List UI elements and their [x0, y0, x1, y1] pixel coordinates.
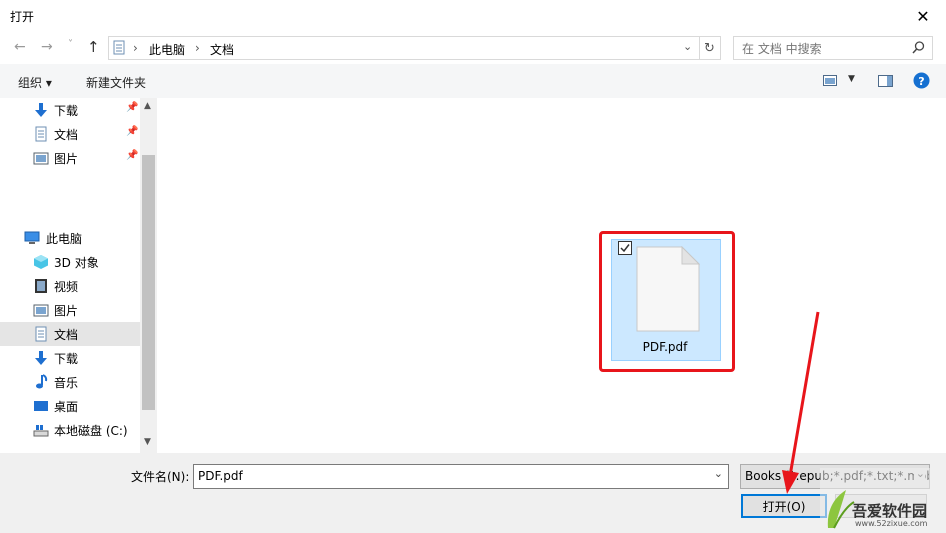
sidebar-item-videos[interactable]: 视频 [0, 274, 140, 298]
close-button[interactable]: ✕ [900, 0, 946, 32]
breadcrumb-separator[interactable]: › [195, 41, 200, 55]
sidebar-item-downloads[interactable]: 下载 [0, 346, 140, 370]
address-dropdown-icon[interactable]: ⌄ [683, 40, 692, 53]
document-icon [35, 126, 47, 142]
document-location-icon [113, 40, 125, 55]
new-folder-button[interactable]: 新建文件夹 [86, 74, 146, 91]
search-input[interactable] [740, 39, 904, 59]
title-bar [0, 0, 946, 32]
window-title: 打开 [10, 10, 35, 24]
sidebar-item-this-pc[interactable]: 此电脑 [0, 226, 140, 250]
computer-icon [24, 231, 40, 244]
back-icon[interactable]: ← [14, 39, 26, 55]
sidebar-item-pictures[interactable]: 图片 [0, 298, 140, 322]
forward-icon[interactable]: → [41, 39, 53, 55]
videos-icon [35, 279, 47, 293]
desktop-icon [34, 401, 48, 411]
sidebar-item-documents[interactable]: 文档 [0, 322, 140, 346]
sidebar-item-documents-quick[interactable]: 文档 📌 [0, 122, 140, 146]
svg-text:?: ? [918, 75, 924, 88]
music-icon [36, 374, 48, 389]
search-icon [912, 41, 925, 54]
breadcrumb-this-pc[interactable]: 此电脑 [149, 41, 185, 58]
pin-icon[interactable]: 📌 [126, 150, 138, 161]
sidebar-item-pictures-quick[interactable]: 图片 📌 [0, 146, 140, 170]
breadcrumb-separator[interactable]: › [133, 41, 138, 55]
recent-locations-icon[interactable]: ˅ [68, 39, 73, 50]
pictures-icon [33, 304, 49, 317]
sidebar-item-3d-objects[interactable]: 3D 对象 [0, 250, 140, 274]
address-bar[interactable]: › 此电脑 › 文档 ⌄ [108, 36, 700, 60]
preview-pane-icon[interactable] [878, 75, 893, 87]
watermark-site: 吾爱软件园 [852, 502, 928, 520]
highlight-box [599, 231, 735, 372]
drive-icon [33, 425, 49, 437]
organize-button[interactable]: 组织 ▾ [18, 74, 52, 91]
refresh-button[interactable]: ↻ [699, 36, 721, 60]
pin-icon[interactable]: 📌 [126, 102, 138, 113]
pin-icon[interactable]: 📌 [126, 126, 138, 137]
watermark-url: www.52zixue.com [855, 519, 928, 528]
scroll-down-icon[interactable]: ▼ [144, 437, 151, 447]
3d-objects-icon [34, 255, 48, 269]
help-icon[interactable]: ? [913, 72, 930, 89]
sidebar-item-desktop[interactable]: 桌面 [0, 394, 140, 418]
filename-input[interactable]: PDF.pdf ⌄ [193, 464, 729, 489]
refresh-icon: ↻ [704, 40, 715, 56]
search-box[interactable] [733, 36, 933, 60]
breadcrumb-documents[interactable]: 文档 [210, 41, 234, 58]
view-dropdown-icon[interactable]: ▼ [848, 74, 855, 84]
view-mode-icon[interactable] [823, 75, 837, 86]
download-icon [35, 103, 47, 117]
document-icon [35, 326, 47, 342]
pictures-icon [33, 152, 49, 165]
sidebar-item-local-disk[interactable]: 本地磁盘 (C:) [0, 418, 140, 442]
scroll-up-icon[interactable]: ▲ [144, 101, 151, 111]
sidebar-item-downloads-quick[interactable]: 下载 📌 [0, 98, 140, 122]
sidebar-item-music[interactable]: 音乐 [0, 370, 140, 394]
filename-label: 文件名(N): [131, 470, 190, 484]
annotation-arrow [782, 311, 820, 494]
filename-dropdown-icon[interactable]: ⌄ [714, 467, 723, 480]
download-icon [35, 351, 47, 365]
scrollbar-thumb[interactable] [142, 155, 155, 410]
close-icon: ✕ [916, 6, 930, 26]
up-icon[interactable]: ↑ [87, 38, 100, 56]
